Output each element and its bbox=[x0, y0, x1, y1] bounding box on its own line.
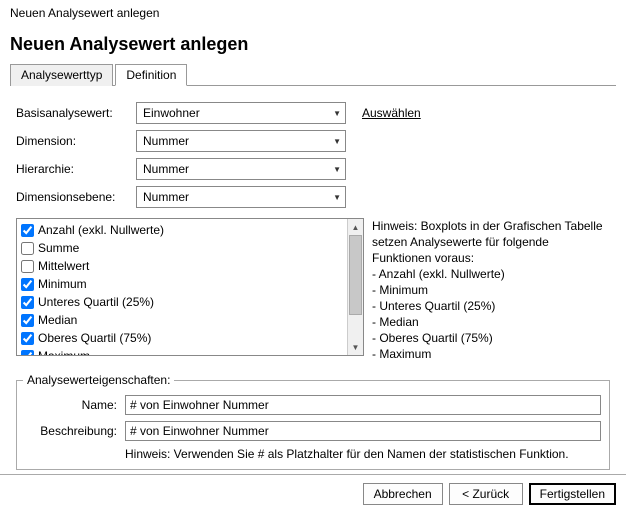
scroll-up-icon[interactable]: ▲ bbox=[348, 219, 364, 235]
function-label: Median bbox=[38, 312, 77, 328]
function-checkbox[interactable] bbox=[21, 350, 34, 357]
hint-item: - Unteres Quartil (25%) bbox=[372, 298, 610, 314]
ebene-value: Nummer bbox=[143, 190, 189, 204]
function-label: Minimum bbox=[38, 276, 87, 292]
chevron-down-icon: ▼ bbox=[333, 137, 341, 146]
chevron-down-icon: ▼ bbox=[333, 109, 341, 118]
hint-item: - Median bbox=[372, 314, 610, 330]
hierarchie-value: Nummer bbox=[143, 162, 189, 176]
list-item[interactable]: Mittelwert bbox=[19, 257, 361, 275]
desc-input[interactable] bbox=[125, 421, 601, 441]
tab-definition[interactable]: Definition bbox=[115, 64, 187, 86]
function-checkbox[interactable] bbox=[21, 278, 34, 291]
function-label: Oberes Quartil (75%) bbox=[38, 330, 151, 346]
properties-legend: Analysewerteigenschaften: bbox=[23, 373, 174, 387]
dimension-combo[interactable]: Nummer ▼ bbox=[136, 130, 346, 152]
hierarchie-combo[interactable]: Nummer ▼ bbox=[136, 158, 346, 180]
chevron-down-icon: ▼ bbox=[333, 193, 341, 202]
name-label: Name: bbox=[25, 398, 125, 412]
properties-group: Analysewerteigenschaften: Name: Beschrei… bbox=[16, 380, 610, 470]
desc-label: Beschreibung: bbox=[25, 424, 125, 438]
list-item[interactable]: Maximum bbox=[19, 347, 361, 356]
hint-intro: Hinweis: Boxplots in der Grafischen Tabe… bbox=[372, 218, 610, 266]
list-item[interactable]: Minimum bbox=[19, 275, 361, 293]
back-button[interactable]: < Zurück bbox=[449, 483, 523, 505]
function-checkbox[interactable] bbox=[21, 260, 34, 273]
scroll-thumb[interactable] bbox=[349, 235, 362, 315]
ebene-combo[interactable]: Nummer ▼ bbox=[136, 186, 346, 208]
functions-listbox[interactable]: Anzahl (exkl. Nullwerte) Summe Mittelwert M… bbox=[16, 218, 364, 356]
boxplot-hint: Hinweis: Boxplots in der Grafischen Tabe… bbox=[372, 218, 610, 362]
list-item[interactable]: Oberes Quartil (75%) bbox=[19, 329, 361, 347]
basis-value: Einwohner bbox=[143, 106, 200, 120]
scrollbar[interactable]: ▲ ▼ bbox=[347, 219, 363, 355]
footer-buttons: Abbrechen < Zurück Fertigstellen bbox=[0, 474, 626, 513]
basis-combo[interactable]: Einwohner ▼ bbox=[136, 102, 346, 124]
basis-label: Basisanalysewert: bbox=[16, 106, 136, 120]
hierarchie-label: Hierarchie: bbox=[16, 162, 136, 176]
ebene-label: Dimensionsebene: bbox=[16, 190, 136, 204]
props-hint: Hinweis: Verwenden Sie # als Platzhalter… bbox=[125, 447, 601, 461]
function-checkbox[interactable] bbox=[21, 224, 34, 237]
function-label: Unteres Quartil (25%) bbox=[38, 294, 154, 310]
hint-item: - Maximum bbox=[372, 346, 610, 362]
list-item[interactable]: Summe bbox=[19, 239, 361, 257]
scroll-down-icon[interactable]: ▼ bbox=[348, 339, 364, 355]
page-heading: Neuen Analysewert anlegen bbox=[10, 34, 616, 55]
hint-item: - Oberes Quartil (75%) bbox=[372, 330, 610, 346]
hint-item: - Minimum bbox=[372, 282, 610, 298]
function-checkbox[interactable] bbox=[21, 332, 34, 345]
list-item[interactable]: Anzahl (exkl. Nullwerte) bbox=[19, 221, 361, 239]
function-label: Anzahl (exkl. Nullwerte) bbox=[38, 222, 164, 238]
function-label: Summe bbox=[38, 240, 79, 256]
dimension-label: Dimension: bbox=[16, 134, 136, 148]
dimension-value: Nummer bbox=[143, 134, 189, 148]
function-checkbox[interactable] bbox=[21, 314, 34, 327]
chevron-down-icon: ▼ bbox=[333, 165, 341, 174]
cancel-button[interactable]: Abbrechen bbox=[363, 483, 443, 505]
function-checkbox[interactable] bbox=[21, 242, 34, 255]
function-label: Maximum bbox=[38, 348, 90, 356]
window-title: Neuen Analysewert anlegen bbox=[0, 0, 626, 26]
list-item[interactable]: Median bbox=[19, 311, 361, 329]
tab-analysewerttyp[interactable]: Analysewerttyp bbox=[10, 64, 113, 86]
finish-button[interactable]: Fertigstellen bbox=[529, 483, 616, 505]
select-link[interactable]: Auswählen bbox=[362, 106, 421, 120]
name-input[interactable] bbox=[125, 395, 601, 415]
function-label: Mittelwert bbox=[38, 258, 89, 274]
hint-item: - Anzahl (exkl. Nullwerte) bbox=[372, 266, 610, 282]
list-item[interactable]: Unteres Quartil (25%) bbox=[19, 293, 361, 311]
function-checkbox[interactable] bbox=[21, 296, 34, 309]
tab-bar: Analysewerttyp Definition bbox=[10, 63, 616, 86]
